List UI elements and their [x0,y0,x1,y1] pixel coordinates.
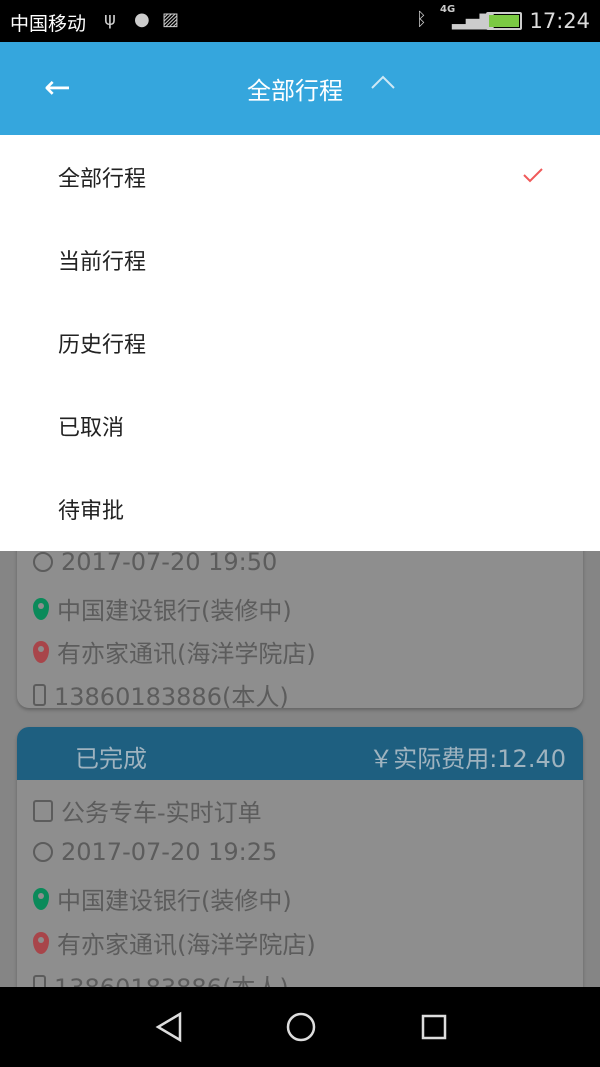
image-icon: ▨ [162,9,180,30]
filter-label: 当前行程 [58,249,147,275]
back-nav-icon[interactable] [154,1011,184,1043]
trip-origin: 中国建设银行(装修中) [57,887,292,915]
filter-item-history[interactable]: 历史行程 [0,301,600,384]
bluetooth-icon: ᛒ [416,9,427,30]
order-icon [33,799,53,822]
navigation-bar [0,987,600,1067]
destination-pin-icon [33,931,49,954]
filter-item-cancelled[interactable]: 已取消 [0,384,600,467]
trip-phone: 13860183886(本人) [54,683,289,708]
android-icon: ● [134,9,150,30]
filter-label: 历史行程 [58,332,147,358]
trip-time: 2017-07-20 19:25 [61,838,278,866]
filter-label: 已取消 [58,415,125,441]
trip-fee: ￥实际费用:12.40 [369,745,566,773]
check-icon [523,168,543,183]
filter-item-all[interactable]: 全部行程 [0,135,600,218]
trip-type: 公务专车-实时订单 [61,799,262,827]
filter-menu: 全部行程 当前行程 历史行程 已取消 待审批 [0,135,600,551]
clock-icon [33,552,53,572]
trip-origin: 中国建设银行(装修中) [57,597,292,625]
trip-destination: 有亦家通讯(海洋学院店) [57,640,316,668]
clock-icon [33,842,53,862]
usb-icon: ψ [104,9,116,30]
clock: 17:24 [529,9,590,33]
origin-pin-icon [33,887,49,910]
trip-status: 已完成 [75,745,147,773]
phone-icon [33,683,46,706]
filter-item-current[interactable]: 当前行程 [0,218,600,301]
recents-nav-icon[interactable] [420,1011,448,1043]
arrow-left-icon[interactable]: ← [44,68,71,106]
chevron-up-icon[interactable] [370,72,396,92]
origin-pin-icon [33,597,49,620]
filter-label: 全部行程 [58,166,147,192]
carrier-name: 中国移动 [10,13,87,35]
filter-item-pending-approval[interactable]: 待审批 [0,467,600,550]
trip-card-header: 已完成 ￥实际费用:12.40 [17,727,583,780]
destination-pin-icon [33,640,49,663]
status-bar: 中国移动 ψ ● ▨ ᛒ 4G ▂▄▆ 17:24 [0,0,600,42]
trip-card[interactable]: 已完成 ￥实际费用:12.40 公务专车-实时订单 2017-07-20 19:… [17,727,583,1027]
battery-charging-icon [486,12,522,30]
filter-label: 待审批 [58,498,125,524]
app-bar: ← 全部行程 [0,42,600,135]
home-nav-icon[interactable] [285,1011,317,1043]
trip-time: 2017-07-20 19:50 [61,548,278,576]
page-title[interactable]: 全部行程 [247,71,343,106]
trip-destination: 有亦家通讯(海洋学院店) [57,931,316,959]
